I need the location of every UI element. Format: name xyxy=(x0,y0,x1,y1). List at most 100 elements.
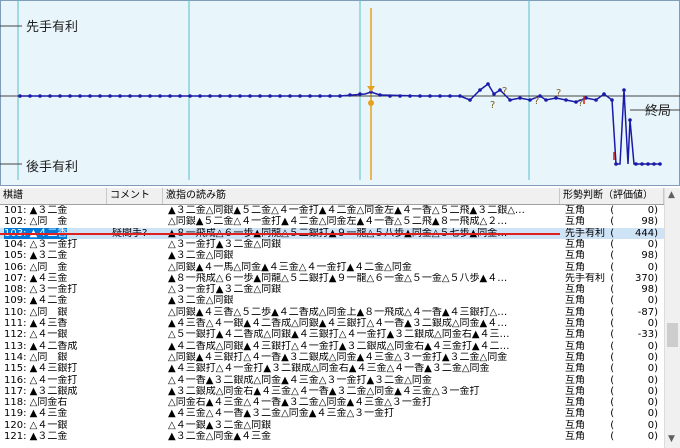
table-row[interactable]: 114: △同 銀 △同銀▲４三銀打△４一香▲３二銀成△同金▲４三金△３一金打▲３… xyxy=(0,352,664,363)
eval-number: -87 xyxy=(637,306,655,318)
paren-close: ) xyxy=(654,431,658,442)
move-cell: 108: △３一金打 xyxy=(4,284,78,296)
table-row[interactable]: 108: △３一金打 △３一金打▲３二金△同銀 互角(98) xyxy=(0,284,664,295)
paren-close: ) xyxy=(654,408,658,420)
eval-number: 0 xyxy=(647,295,655,307)
graph-points xyxy=(18,82,662,166)
paren-close: ) xyxy=(654,227,658,239)
graph-canvas: ??? ?? xyxy=(0,0,680,186)
pv-cell: ▲４二香成△同銀▲４三銀打△４一金打▲３二銀成△同金右▲４三金打▲４二… xyxy=(168,340,510,352)
eval-number: 0 xyxy=(647,374,655,386)
eval-value-cell: (0) xyxy=(600,431,658,442)
table-row[interactable]: 110: △同 銀 △同銀▲４三香△５二歩▲４二香成△同金上▲８一飛成△４一香▲４… xyxy=(0,307,664,318)
table-row[interactable]: 101: ▲３二金 ▲３二金△同銀▲５二金△４一金打▲４二金△同金左▲４一香△５二… xyxy=(0,205,664,216)
eval-number: 0 xyxy=(647,340,655,352)
paren-close: ) xyxy=(654,363,658,375)
move-cell: 120: △４一銀 xyxy=(4,419,68,431)
kifu-table: 棋譜 コメント 激指の読み筋 形勢判断（評価値） 101: ▲３二金 ▲３二金△同… xyxy=(0,188,680,448)
paren-close: ) xyxy=(654,295,658,307)
table-row[interactable]: 112: △４一銀 △５一銀打▲４二香成△同銀▲４三銀打△４一金打▲３二銀成△同金… xyxy=(0,329,664,340)
col-header-comment[interactable]: コメント xyxy=(107,188,163,204)
table-row[interactable]: 117: ▲３二銀成 ▲３二銀成△同金右▲４三金△４一香▲３二金△同金▲４三金△３… xyxy=(0,386,664,397)
eval-number: 0 xyxy=(647,363,655,375)
paren-close: ) xyxy=(654,261,658,273)
paren-close: ) xyxy=(654,238,658,250)
scroll-down-icon[interactable]: ▼ xyxy=(668,434,675,444)
eval-value-cell: (0) xyxy=(600,408,658,419)
move-cell: 101: ▲３二金 xyxy=(4,205,68,216)
paren-close: ) xyxy=(654,374,658,386)
eval-value-cell: (0) xyxy=(600,352,658,363)
pv-cell: △３一金打▲３二金△同銀 xyxy=(168,284,282,296)
table-row[interactable]: 111: ▲４三香 ▲４三香△４一銀▲４二香成△同銀▲４三銀打△４一香▲３二銀成△… xyxy=(0,318,664,329)
table-row[interactable]: 118: △同金右 △同金右▲４三金△４一香▲３二金△同金▲４三金△３一金打 互角(… xyxy=(0,397,664,408)
eval-value-cell: (370) xyxy=(600,273,658,284)
eval-number: 0 xyxy=(647,419,655,431)
col-header-move[interactable]: 棋譜 xyxy=(0,188,107,204)
table-row[interactable]: 102: △同 金 △同銀▲５二金△４一金打▲４二金△同金左▲４一香△５二飛▲８一… xyxy=(0,216,664,227)
eval-value-cell: (0) xyxy=(600,420,658,431)
table-row[interactable]: 116: △４一金打 △４一香▲３二銀成△同金▲４三金△３一金打▲３二金△同金 互角… xyxy=(0,375,664,386)
eval-number: 98 xyxy=(641,250,655,262)
paren-close: ) xyxy=(654,250,658,262)
question-markers: ??? ?? xyxy=(490,86,583,111)
sente-advantage-label: 先手有利 xyxy=(26,20,79,35)
gote-advantage-label: 後手有利 xyxy=(26,160,79,175)
table-row[interactable]: 113: ▲４二香成 ▲４二香成△同銀▲４三銀打△４一金打▲３二銀成△同金右▲４三… xyxy=(0,341,664,352)
paren-close: ) xyxy=(654,351,658,363)
eval-value-cell: (-33) xyxy=(600,329,658,340)
table-row[interactable]: 105: ▲３二金 ▲３二金△同銀 互角(98) xyxy=(0,250,664,261)
eval-number: 0 xyxy=(647,431,655,442)
svg-text:?: ? xyxy=(556,88,561,99)
pv-cell: ▲３二銀成△同金右▲４三金△４一香▲３二金△同金▲４三金△３一金打 xyxy=(168,385,480,397)
move-cell: 110: △同 銀 xyxy=(4,306,68,318)
eval-number: 0 xyxy=(647,205,655,216)
eval-value-cell: (0) xyxy=(600,375,658,386)
svg-text:?: ? xyxy=(490,100,495,111)
table-row[interactable]: 106: △同 金 △同銀▲４一馬△同金▲４三金△４一金打▲４二金△同金 互角(0) xyxy=(0,262,664,273)
pv-cell: ▲３二金△同銀 xyxy=(168,250,234,262)
col-header-eval[interactable]: 形勢判断（評価値） xyxy=(560,188,664,204)
eval-number: 0 xyxy=(647,238,655,250)
evaluation-graph[interactable]: ??? ?? 先手有利 後手有利 終局 xyxy=(0,0,680,186)
paren-close: ) xyxy=(654,284,658,296)
table-row[interactable]: 119: ▲４三金 ▲４三金△４一香▲３二金△同金▲４三金△３一金打 互角(0) xyxy=(0,408,664,419)
move-cell: 111: ▲４三香 xyxy=(4,318,68,329)
eval-number: -33 xyxy=(637,329,655,341)
paren-close: ) xyxy=(654,216,658,228)
table-row[interactable]: 120: △４一銀 △４一銀▲３二金△同銀 互角(0) xyxy=(0,420,664,431)
table-row[interactable]: 104: △３一金打 △３一金打▲３二金△同銀 互角(0) xyxy=(0,239,664,250)
move-cell: 113: ▲４二香成 xyxy=(4,340,78,352)
col-header-pv[interactable]: 激指の読み筋 xyxy=(163,188,560,204)
pv-cell: △４一香▲３二銀成△同金▲４三金△３一金打▲３二金△同金 xyxy=(168,374,432,386)
eval-number: 0 xyxy=(647,408,655,420)
table-row[interactable]: 109: ▲４二金 ▲３二金△同銀 互角(0) xyxy=(0,295,664,306)
eval-value-cell: (98) xyxy=(600,250,658,261)
eval-value-cell: (0) xyxy=(600,341,658,352)
pv-cell: △４一銀▲３二金△同銀 xyxy=(168,419,272,431)
pv-cell: △同金右▲４三金△４一香▲３二金△同金▲４三金△３一金打 xyxy=(168,397,432,409)
move-cell: 107: ▲４三金 xyxy=(4,272,68,284)
pv-cell: △同銀▲４一馬△同金▲４三金△４一金打▲４二金△同金 xyxy=(168,261,412,273)
paren-close: ) xyxy=(654,419,658,431)
move-cell: 106: △同 金 xyxy=(4,261,68,273)
table-row[interactable]: 107: ▲４三金 ▲８一飛成△６一歩▲同龍△５二銀打▲９一龍△６一金△５一金△５… xyxy=(0,273,664,284)
table-rows: 101: ▲３二金 ▲３二金△同銀▲５二金△４一金打▲４二金△同金左▲４一香△５二… xyxy=(0,205,664,448)
move-cell: 121: ▲３二金 xyxy=(4,431,68,442)
pv-cell: ▲３二金△同銀▲５二金△４一金打▲４二金△同金左▲４一香△５二飛▲３二銀△… xyxy=(168,205,525,216)
scroll-thumb[interactable] xyxy=(667,323,678,347)
pv-cell: ▲３二金△同金▲４三金 xyxy=(168,431,272,442)
eval-number: 0 xyxy=(647,385,655,397)
eval-number: 444 xyxy=(635,227,655,239)
scroll-up-icon[interactable]: ▲ xyxy=(668,190,675,200)
vertical-scrollbar[interactable]: ▲ ▼ xyxy=(664,188,680,448)
table-row[interactable]: 115: ▲４三銀打 ▲４三銀打△４一金打▲３二銀成△同金右▲４三金△４一香▲３二… xyxy=(0,363,664,374)
move-cell: 105: ▲３二金 xyxy=(4,250,68,262)
selection-underline xyxy=(0,233,560,235)
paren-close: ) xyxy=(654,272,658,284)
pv-cell: ▲３二金△同銀 xyxy=(168,295,234,307)
table-row[interactable]: 121: ▲３二金 ▲３二金△同金▲４三金 互角(0) xyxy=(0,431,664,442)
eval-value-cell: (0) xyxy=(600,386,658,397)
paren-close: ) xyxy=(654,397,658,409)
pv-cell: ▲４三銀打△４一金打▲３二銀成△同金右▲４三金△４一香▲３二金△同金 xyxy=(168,363,490,375)
